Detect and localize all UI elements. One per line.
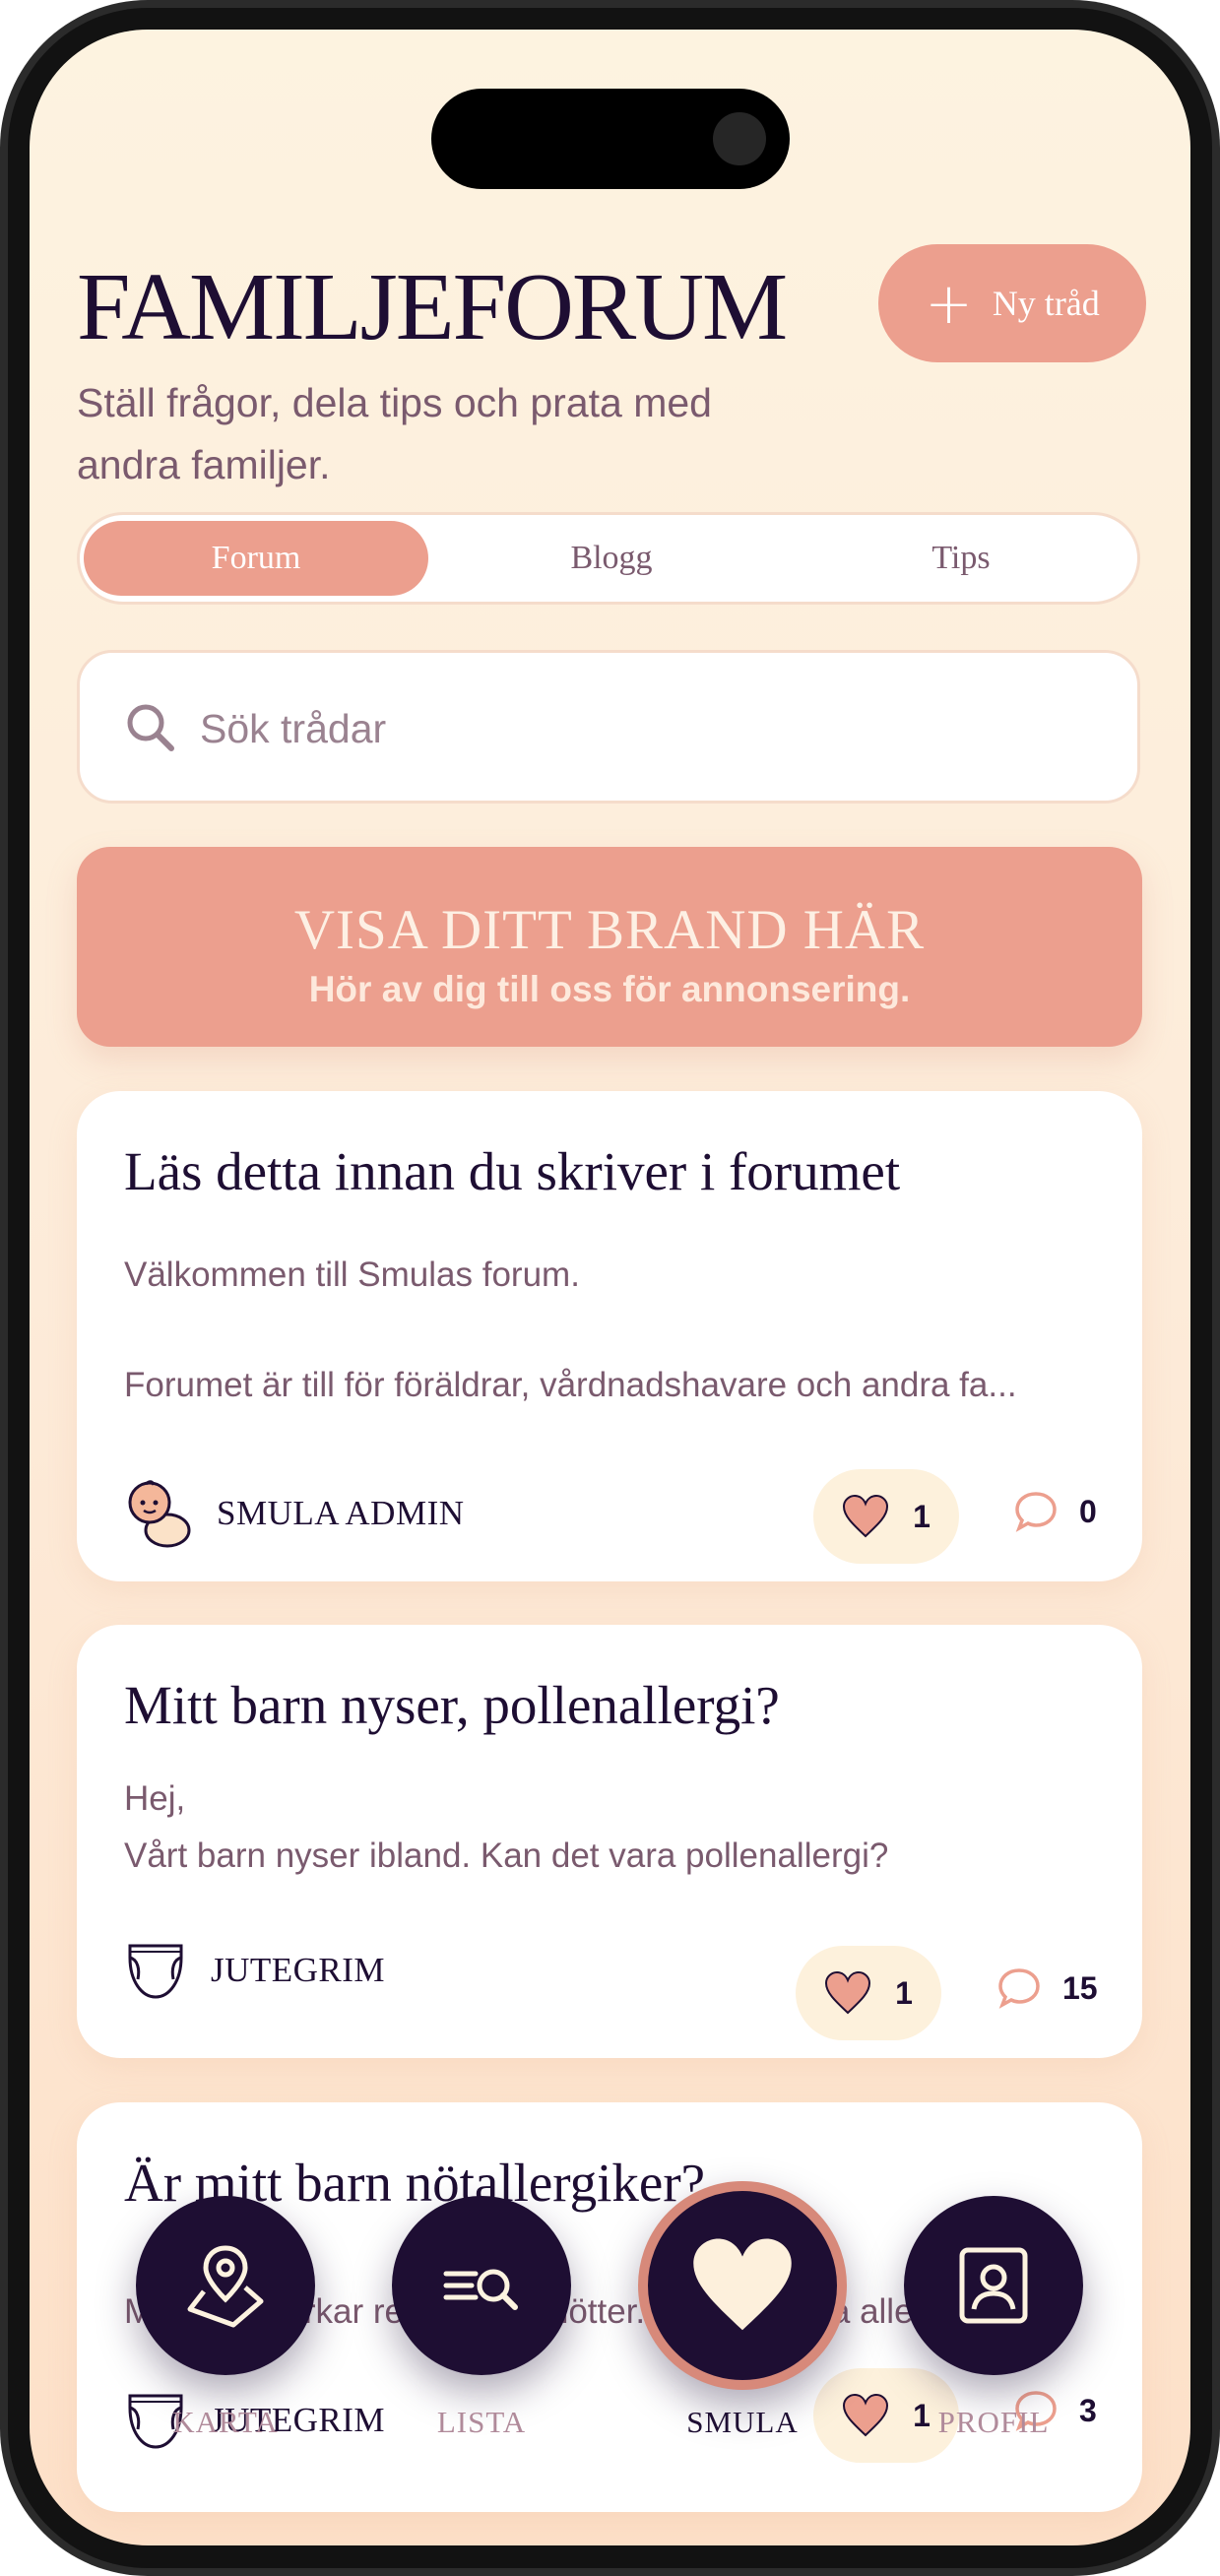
nav-lista-button[interactable] bbox=[392, 2196, 571, 2375]
tab-tips[interactable]: Tips bbox=[789, 521, 1133, 596]
search-input[interactable] bbox=[198, 692, 1088, 765]
nav-smula-button[interactable] bbox=[638, 2181, 847, 2390]
plus-icon: + bbox=[925, 270, 973, 337]
comment-count: 0 bbox=[1079, 1493, 1097, 1529]
ad-banner[interactable]: VISA DITT BRAND HÄR Hör av dig till oss … bbox=[77, 847, 1142, 1047]
like-button[interactable]: 1 bbox=[796, 1946, 941, 2040]
author-name: JUTEGRIM bbox=[211, 1951, 386, 1989]
nav-karta-button[interactable] bbox=[136, 2196, 315, 2375]
thread-author[interactable]: SMULA ADMIN bbox=[124, 1477, 465, 1550]
nav-label-profil: PROFIL bbox=[937, 2405, 1050, 2439]
page-subtitle: Ställ frågor, dela tips och prata med an… bbox=[77, 380, 712, 487]
thread-title: Mitt barn nyser, pollenallergi? bbox=[124, 1675, 780, 1735]
comment-count: 15 bbox=[1062, 1969, 1098, 2006]
section-tabs: Forum Blogg Tips bbox=[77, 512, 1140, 605]
dynamic-island bbox=[431, 89, 790, 189]
thread-card[interactable]: Läs detta innan du skriver i forumet Väl… bbox=[77, 1091, 1142, 1581]
list-search-icon bbox=[443, 2269, 518, 2310]
heart-icon bbox=[693, 2238, 792, 2331]
like-count: 1 bbox=[895, 1974, 913, 2011]
nav-label-karta: KARTA bbox=[172, 2405, 279, 2439]
screen: FAMILJEFORUM Ställ frågor, dela tips och… bbox=[30, 30, 1190, 2545]
phone-frame: FAMILJEFORUM Ställ frågor, dela tips och… bbox=[0, 0, 1220, 2576]
thread-title: Läs detta innan du skriver i forumet bbox=[124, 1141, 901, 1201]
camera-icon bbox=[713, 112, 766, 165]
profile-icon bbox=[959, 2247, 1028, 2324]
tab-blogg[interactable]: Blogg bbox=[439, 521, 784, 596]
new-thread-label: Ny tråd bbox=[992, 284, 1100, 323]
thread-card[interactable]: Mitt barn nyser, pollenallergi? Hej, Vår… bbox=[77, 1625, 1142, 2058]
nav-label-smula: SMULA bbox=[686, 2405, 799, 2439]
thread-body-line: Hej, bbox=[124, 1779, 186, 1818]
thread-body-line: Vårt barn nyser ibland. Kan det vara pol… bbox=[124, 1836, 889, 1875]
thread-body-line: Välkommen till Smulas forum. bbox=[124, 1256, 580, 1294]
like-button[interactable]: 1 bbox=[813, 1469, 959, 1564]
author-name: SMULA ADMIN bbox=[217, 1494, 465, 1532]
like-count: 1 bbox=[913, 1498, 931, 1534]
nav-profil-button[interactable] bbox=[904, 2196, 1083, 2375]
heart-icon bbox=[825, 1970, 871, 2015]
heart-icon bbox=[843, 1494, 889, 1538]
comment-button[interactable]: 0 bbox=[1014, 1491, 1097, 1532]
nav-label-lista: LISTA bbox=[436, 2405, 527, 2439]
map-pin-icon bbox=[187, 2245, 264, 2328]
comment-icon bbox=[998, 1968, 1040, 2009]
search-icon bbox=[127, 704, 174, 751]
heart-icon bbox=[843, 2393, 889, 2437]
tab-forum[interactable]: Forum bbox=[84, 521, 428, 596]
ad-subtitle: Hör av dig till oss för annonsering. bbox=[308, 969, 911, 1009]
comment-button[interactable]: 15 bbox=[997, 1967, 1098, 2009]
baby-icon bbox=[128, 1480, 191, 1548]
page-title: FAMILJEFORUM bbox=[77, 254, 788, 360]
comment-icon bbox=[1015, 1492, 1057, 1532]
new-thread-button[interactable]: + Ny tråd bbox=[878, 244, 1146, 362]
thread-author[interactable]: JUTEGRIM bbox=[124, 1938, 385, 2003]
thread-body-line: Forumet är till för föräldrar, vårdnadsh… bbox=[124, 1366, 1017, 1404]
ad-title: VISA DITT BRAND HÄR bbox=[293, 899, 926, 961]
search-box bbox=[77, 650, 1140, 804]
diaper-icon bbox=[128, 1944, 183, 1999]
